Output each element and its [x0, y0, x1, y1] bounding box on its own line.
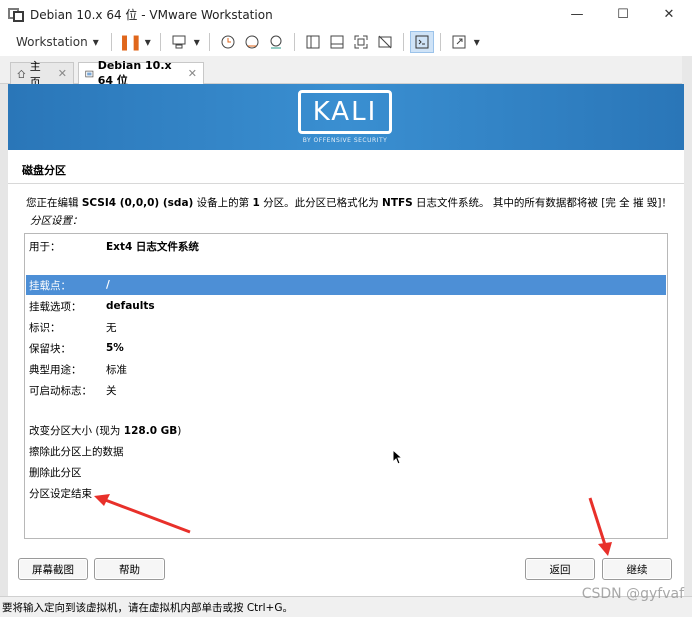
screenshot-button[interactable]: 屏幕截图	[18, 558, 88, 580]
list-item-mount-options[interactable]: 挂载选项： defaults	[26, 296, 666, 316]
maximize-button[interactable]: ☐	[600, 0, 646, 28]
divider	[8, 183, 684, 184]
list-item-delete[interactable]: 删除此分区	[26, 462, 666, 482]
kali-logo: KALI	[298, 90, 392, 134]
list-item-bootable-flag[interactable]: 可启动标志：关	[26, 380, 666, 400]
snapshot-manager-icon[interactable]	[264, 31, 288, 53]
toolbar-divider	[439, 33, 441, 51]
fullscreen-icon[interactable]	[349, 31, 373, 53]
minimize-button[interactable]: —	[554, 0, 600, 28]
chevron-down-icon[interactable]: ▾	[471, 31, 483, 53]
left-edge	[0, 84, 8, 596]
tab-vm[interactable]: Debian 10.x 64 位 ✕	[78, 59, 204, 87]
toolbar: Workstation ▾ ❚❚ ▾ ▾ ▾	[0, 28, 692, 56]
stretch-icon[interactable]	[447, 31, 471, 53]
console-icon[interactable]	[409, 31, 434, 53]
workstation-menu-label: Workstation	[16, 35, 88, 49]
list-item-resize[interactable]: 改变分区大小 (现为 128.0 GB)	[26, 420, 666, 440]
title-bar: Debian 10.x 64 位 - VMware Workstation — …	[0, 0, 692, 28]
list-item-typical-usage[interactable]: 典型用途： 标准	[26, 359, 666, 379]
continue-button[interactable]: 继续	[602, 558, 672, 580]
chevron-down-icon[interactable]: ▾	[142, 31, 154, 53]
unity-icon[interactable]	[373, 31, 397, 53]
toolbar-divider	[159, 33, 161, 51]
list-item-done[interactable]: 分区设定结束	[26, 483, 666, 503]
close-button[interactable]: ✕	[646, 0, 692, 28]
close-icon[interactable]: ✕	[188, 67, 197, 80]
back-button[interactable]: 返回	[525, 558, 595, 580]
kali-logo-subtitle: BY OFFENSIVE SECURITY	[302, 137, 388, 144]
help-button[interactable]: 帮助	[94, 558, 165, 580]
list-item-erase[interactable]: 擦除此分区上的数据	[26, 441, 666, 461]
page-title: 磁盘分区	[22, 164, 66, 177]
partition-settings-list: 用于： Ext4 日志文件系统 挂载点： / 挂载选项： defaults 标识：无 …	[24, 233, 668, 539]
mouse-cursor-icon	[392, 449, 404, 465]
status-text: 要将输入定向到该虚拟机，请在虚拟机内部单击或按 Ctrl+G。	[2, 601, 293, 614]
chevron-down-icon[interactable]: ▾	[191, 31, 203, 53]
toolbar-divider	[293, 33, 295, 51]
vm-icon	[85, 70, 94, 77]
list-item-reserved-blocks[interactable]: 保留块： 5%	[26, 338, 666, 358]
toolbar-divider	[110, 33, 112, 51]
chevron-down-icon: ▾	[92, 35, 99, 49]
home-icon	[17, 69, 26, 78]
tab-home[interactable]: 主页 ✕	[10, 60, 74, 89]
workstation-menu[interactable]: Workstation ▾	[0, 31, 105, 53]
list-item-mount-point[interactable]: 挂载点： /	[26, 275, 666, 295]
list-item-label[interactable]: 标识：无	[26, 317, 666, 337]
close-icon[interactable]: ✕	[58, 67, 67, 80]
revert-snapshot-icon[interactable]	[240, 31, 264, 53]
vmware-logo-icon	[8, 6, 24, 22]
send-keys-icon[interactable]	[167, 31, 191, 53]
list-item-use-as[interactable]: 用于： Ext4 日志文件系统	[26, 236, 666, 256]
sidebar-icon[interactable]	[301, 31, 325, 53]
kali-banner: KALI BY OFFENSIVE SECURITY	[8, 84, 684, 150]
pause-icon[interactable]: ❚❚	[118, 31, 142, 53]
tab-bar: 主页 ✕ Debian 10.x 64 位 ✕	[0, 56, 692, 89]
watermark: CSDN @gyfvaf	[581, 586, 684, 602]
snapshot-icon[interactable]	[216, 31, 240, 53]
toolbar-divider	[402, 33, 404, 51]
vm-display[interactable]: KALI BY OFFENSIVE SECURITY 磁盘分区 您正在编辑 SC…	[8, 84, 684, 596]
settings-heading: 分区设置：	[30, 215, 83, 227]
partition-description: 您正在编辑 SCSI4 (0,0,0) (sda) 设备上的第 1 分区。此分区…	[26, 197, 672, 209]
window-title: Debian 10.x 64 位 - VMware Workstation	[30, 7, 273, 22]
toolbar-divider	[208, 33, 210, 51]
thumbnail-icon[interactable]	[325, 31, 349, 53]
